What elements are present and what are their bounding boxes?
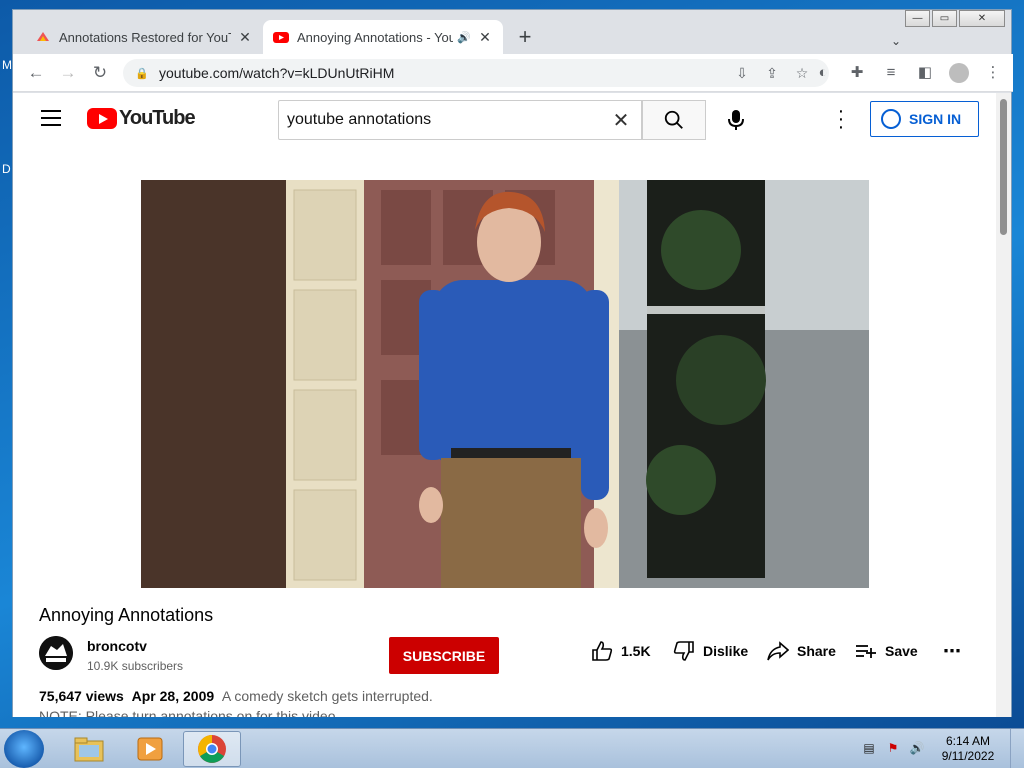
desktop-icon-label: D [2,162,11,176]
media-player-icon [137,737,163,761]
share-arrow-icon [767,641,789,661]
toolbar-actions: ◐ ✚ ≡ ◧ ⋮ [811,62,1005,84]
close-tab-icon[interactable]: ✕ [237,29,253,46]
new-tab-button[interactable]: + [513,24,537,50]
speaker-icon[interactable]: 🔊 [457,31,471,44]
description-note: NOTE: Please turn annotations on for thi… [39,708,336,717]
channel-name[interactable]: broncotv [87,638,147,654]
youtube-logo[interactable]: YouTube [87,107,196,130]
tab-title: Annotations Restored for YouTube [59,29,231,45]
thumbs-up-icon [592,641,613,661]
sign-in-button[interactable]: SIGN IN [870,101,979,137]
desktop-icon-label: M [2,58,12,72]
save-label: Save [885,643,918,659]
user-account-icon [881,109,901,129]
share-page-icon[interactable]: ⇪ [757,65,787,82]
extensions-puzzle-icon[interactable]: ✚ [845,62,869,84]
browser-menu-icon[interactable]: ⋮ [981,62,1005,84]
search-input[interactable] [287,111,609,129]
dislike-button[interactable]: Dislike [673,641,748,661]
page-scrollbar[interactable] [996,93,1011,717]
tab-annoying-annotations[interactable]: Annoying Annotations - YouTube 🔊 ✕ [263,20,503,54]
volume-icon[interactable]: 🔊 [908,741,926,757]
settings-kebab-icon[interactable]: · · · [833,101,849,137]
lock-icon[interactable]: 🔒 [135,67,149,80]
address-bar[interactable]: 🔒 youtube.com/watch?v=kLDUnUtRiHM ⇩ ⇪ ☆ [123,59,829,87]
taskbar-chrome[interactable] [183,731,241,767]
video-title: Annoying Annotations [39,605,214,625]
back-arrow-icon[interactable]: ← [25,62,47,84]
folder-icon [74,737,104,762]
search-icon [664,110,683,129]
youtube-play-icon [87,108,117,129]
save-button[interactable]: Save [855,641,918,661]
taskbar-media-player[interactable] [121,731,179,767]
youtube-header: YouTube ✕ ··· SIGN IN [13,93,998,149]
video-frame-image [141,180,869,588]
like-count: 1.5K [621,643,651,659]
more-actions-icon[interactable]: ⋯ [943,641,961,662]
clear-search-icon[interactable]: ✕ [609,108,633,133]
forward-arrow-icon[interactable]: → [57,62,79,84]
install-icon[interactable]: ⇩ [727,65,757,82]
view-count: 75,647 views [39,688,124,704]
dislike-label: Dislike [703,643,749,659]
share-label: Share [797,643,836,659]
youtube-logo-text: YouTube [119,107,196,129]
network-icon[interactable]: ▤ [860,741,878,757]
url-text[interactable]: youtube.com/watch?v=kLDUnUtRiHM [159,65,727,81]
tab-strip: Annotations Restored for YouTube ✕ Annoy… [13,20,1013,54]
chrome-icon [198,735,226,763]
tab-search-chevron-icon[interactable]: ⌄ [891,34,901,48]
scrollbar-thumb[interactable] [1000,99,1007,235]
side-panel-icon[interactable]: ◧ [913,62,937,84]
search-box: ✕ [278,100,642,140]
youtube-favicon-icon [273,32,289,43]
show-desktop-button[interactable] [1010,729,1024,768]
browser-toolbar: ← → ↻ 🔒 youtube.com/watch?v=kLDUnUtRiHM … [13,54,1013,92]
tab-title: Annoying Annotations - YouTube [297,29,454,45]
extension-favicon-icon [37,32,49,41]
microphone-icon [728,110,744,130]
tab-annotations-restored[interactable]: Annotations Restored for YouTube ✕ [25,20,263,54]
search-button[interactable] [642,100,706,140]
playlist-add-icon [856,645,876,658]
menu-hamburger-icon[interactable] [41,110,61,131]
video-info: 75,647 views Apr 28, 2009 A comedy sketc… [39,688,433,704]
action-center-icon[interactable]: ⚑ [884,741,902,757]
extension-icon[interactable]: ◐ [811,62,835,84]
sign-in-label: SIGN IN [909,111,962,127]
video-player[interactable] [141,180,869,588]
upload-date: Apr 28, 2009 [131,688,215,704]
voice-search-button[interactable] [718,102,754,138]
channel-logo-icon [39,636,73,670]
clock-time: 6:14 AM [945,734,991,748]
profile-icon[interactable] [947,62,971,84]
subscribe-button[interactable]: SUBSCRIBE [389,637,499,674]
start-button[interactable] [4,730,44,768]
media-control-icon[interactable]: ≡ [879,62,903,84]
share-button[interactable]: Share [767,641,836,661]
clock-date: 9/11/2022 [941,749,995,763]
channel-avatar[interactable] [39,636,73,670]
taskbar: ▤ ⚑ 🔊 6:14 AM 9/11/2022 [0,728,1024,768]
system-tray: ▤ ⚑ 🔊 6:14 AM 9/11/2022 [860,729,1024,768]
close-tab-icon[interactable]: ✕ [477,29,493,46]
description-line: A comedy sketch gets interrupted. [221,688,433,704]
like-button[interactable]: 1.5K [591,641,651,661]
browser-window: — ▭ ✕ Annotations Restored for YouTube ✕… [12,9,1013,717]
youtube-page: YouTube ✕ ··· SIGN IN [13,93,998,717]
thumbs-down-icon [673,641,694,661]
reload-icon[interactable]: ↻ [89,62,111,84]
subscriber-count: 10.9K subscribers [87,659,184,673]
clock[interactable]: 6:14 AM 9/11/2022 [932,734,1004,764]
taskbar-explorer[interactable] [60,731,118,767]
